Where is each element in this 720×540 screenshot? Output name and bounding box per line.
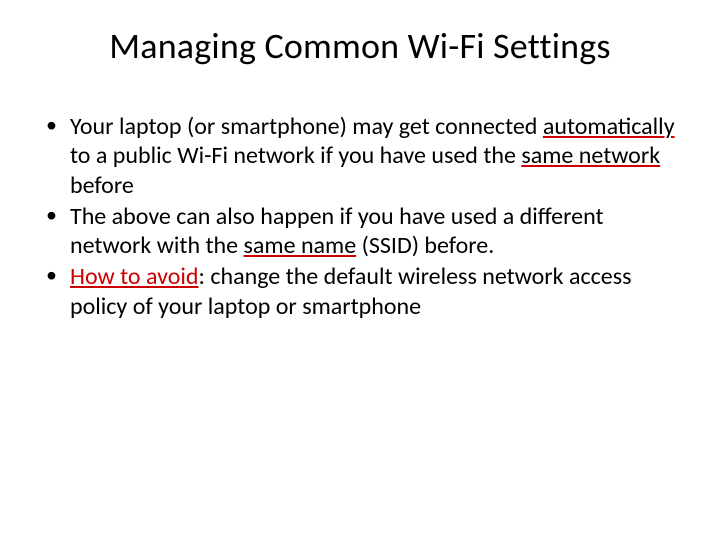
bullet-1-text-3: before [70,171,134,200]
bullet-2-text-2: (SSID) before. [356,231,494,260]
bullet-1-underline-automatically: automatically [543,112,675,141]
bullet-2-underline-same-name: same name [244,231,357,260]
bullet-2: The above can also happen if you have us… [42,202,684,261]
bullet-1-text-1: Your laptop (or smartphone) may get conn… [70,112,543,141]
bullet-1-underline-same-network: same network [521,141,660,170]
slide-title: Managing Common Wi-Fi Settings [36,24,684,68]
bullet-3: How to avoid: change the default wireles… [42,262,684,321]
bullet-1: Your laptop (or smartphone) may get conn… [42,112,684,200]
slide: Managing Common Wi-Fi Settings Your lapt… [0,0,720,540]
bullet-3-how-to-avoid: How to avoid [70,262,198,291]
bullet-list: Your laptop (or smartphone) may get conn… [36,112,684,321]
bullet-1-text-2: to a public Wi-Fi network if you have us… [70,141,521,170]
